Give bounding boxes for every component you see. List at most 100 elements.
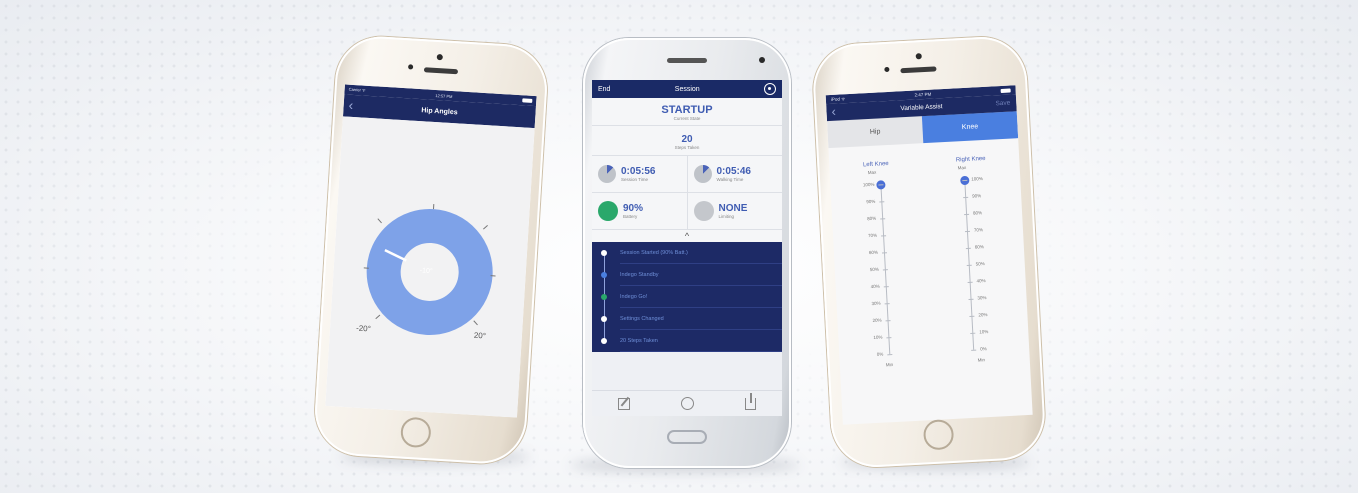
bottom-toolbar <box>592 390 782 416</box>
percent-tick-label: 90% <box>972 193 982 199</box>
percent-tick-label: 40% <box>870 283 880 290</box>
tab-hip[interactable]: Hip <box>827 116 924 149</box>
log-text: Indego Standby <box>620 264 782 286</box>
percent-tick-label: 90% <box>866 198 876 205</box>
scale-tick <box>881 252 888 254</box>
page-title: Variable Assist <box>900 103 943 113</box>
battery-cell: 90% Battery <box>592 193 687 229</box>
scale-tick <box>879 201 885 203</box>
screen: iPod ᯤ 2:47 PM ‹ Variable Assist Save Hi… <box>825 85 1033 425</box>
home-button[interactable] <box>922 418 955 451</box>
percent-tick-label: 100% <box>971 176 983 182</box>
screen: End Session STARTUP Current State 20 Ste… <box>592 80 782 416</box>
status-time: 12:57 PM <box>435 92 453 99</box>
percent-tick-label: 60% <box>974 244 984 250</box>
battery-icon <box>1000 88 1011 93</box>
left-min-label: Min <box>885 362 894 368</box>
scale-tick <box>880 218 886 220</box>
earpiece-speaker <box>423 67 459 75</box>
session-time-value: 0:05:56 <box>621 166 656 177</box>
home-button[interactable] <box>399 416 432 449</box>
session-time-pie-icon <box>598 165 616 183</box>
left-knee-label: Left Knee <box>862 160 889 169</box>
gauge-icon[interactable] <box>680 397 694 410</box>
page-title: Session <box>674 85 700 93</box>
log-dot <box>601 294 607 300</box>
log-dot <box>601 316 607 322</box>
steps-label: Steps Taken <box>674 145 700 150</box>
status-time: 2:47 PM <box>914 91 932 98</box>
edit-icon[interactable] <box>617 396 630 410</box>
log-item[interactable]: 20 Steps Taken <box>592 330 782 352</box>
percent-tick-label: 70% <box>867 232 878 239</box>
session-time-label: Session Time <box>621 177 649 182</box>
angle-view: -10° -20° 20° <box>325 116 535 418</box>
log-dot <box>601 272 607 278</box>
log-text: 20 Steps Taken <box>620 330 782 352</box>
percent-tick-label: 0% <box>876 351 884 357</box>
right-min-label: Min <box>977 357 986 363</box>
log-item[interactable]: Indego Standby <box>592 264 782 286</box>
front-camera <box>436 53 443 61</box>
log-item[interactable]: Session Started (90% Batt.) <box>592 242 782 264</box>
current-state-panel: STARTUP Current State <box>592 98 782 126</box>
log-dot <box>601 250 607 256</box>
share-icon[interactable] <box>745 392 757 410</box>
percent-tick-label: 0% <box>980 346 987 352</box>
log-dot <box>601 338 607 344</box>
battery-value: 90% <box>623 203 644 214</box>
percent-tick-label: 70% <box>973 227 984 233</box>
phone-hip-angles: Carrier ᯤ 12:57 PM ‹ Hip Angles -10° -20… <box>312 33 550 467</box>
left-max-label: Max <box>867 169 877 176</box>
save-button[interactable]: Save <box>995 100 1010 108</box>
earpiece-speaker <box>900 66 937 74</box>
home-button[interactable] <box>667 430 707 444</box>
percent-tick-label: 10% <box>873 334 883 341</box>
back-icon[interactable]: ‹ <box>348 97 354 113</box>
min-angle-label: -20° <box>355 323 372 334</box>
max-angle-label: 20° <box>473 330 487 341</box>
log-item[interactable]: Settings Changed <box>592 308 782 330</box>
tab-knee[interactable]: Knee <box>921 111 1019 144</box>
percent-tick-label: 20% <box>978 312 988 318</box>
limiting-value: NONE <box>718 203 748 214</box>
battery-status-icon <box>598 201 618 221</box>
percent-tick-label: 100% <box>862 181 875 188</box>
scale-tick <box>887 354 893 356</box>
percent-tick-label: 80% <box>867 215 877 222</box>
limiting-cell: NONE Limiting <box>686 193 783 229</box>
end-button[interactable]: End <box>598 86 610 93</box>
phone-session: End Session STARTUP Current State 20 Ste… <box>583 38 791 468</box>
percent-tick-label: 50% <box>975 261 985 267</box>
phone-variable-assist: iPod ᯤ 2:47 PM ‹ Variable Assist Save Hi… <box>811 34 1047 470</box>
percent-tick-label: 30% <box>977 295 987 301</box>
status-row: 90% Battery NONE Limiting <box>592 193 782 230</box>
gear-icon[interactable] <box>764 83 776 95</box>
walking-time-pie-icon <box>693 165 712 183</box>
screen: Carrier ᯤ 12:57 PM ‹ Hip Angles -10° -20… <box>325 84 537 418</box>
scale-tick <box>971 349 977 351</box>
back-icon[interactable]: ‹ <box>831 104 836 119</box>
percent-tick-label: 60% <box>868 249 879 256</box>
log-text: Indego Go! <box>620 286 782 308</box>
percent-tick-label: 20% <box>872 317 882 324</box>
scale-tick <box>966 264 972 267</box>
scale-tick <box>883 286 889 288</box>
carrier-label: iPod ᯤ <box>830 95 846 102</box>
collapse-chevron-icon[interactable]: ^ <box>592 230 782 242</box>
percent-tick-label: 80% <box>972 210 983 216</box>
page-title: Hip Angles <box>421 106 458 116</box>
log-text: Settings Changed <box>620 308 782 330</box>
scale-tick <box>964 230 971 233</box>
steps-panel: 20 Steps Taken <box>592 126 782 156</box>
limiting-label: Limiting <box>718 214 735 219</box>
walking-time-value: 0:05:46 <box>716 166 751 177</box>
percent-tick-label: 10% <box>979 329 989 335</box>
carrier-label: Carrier ᯤ <box>348 86 366 93</box>
earpiece-speaker <box>667 58 707 63</box>
scale-tick <box>881 235 887 237</box>
nav-bar: End Session <box>592 80 782 98</box>
scale-tick <box>970 332 976 334</box>
log-item[interactable]: Indego Go! <box>592 286 782 308</box>
hip-angle-gauge <box>363 204 496 335</box>
